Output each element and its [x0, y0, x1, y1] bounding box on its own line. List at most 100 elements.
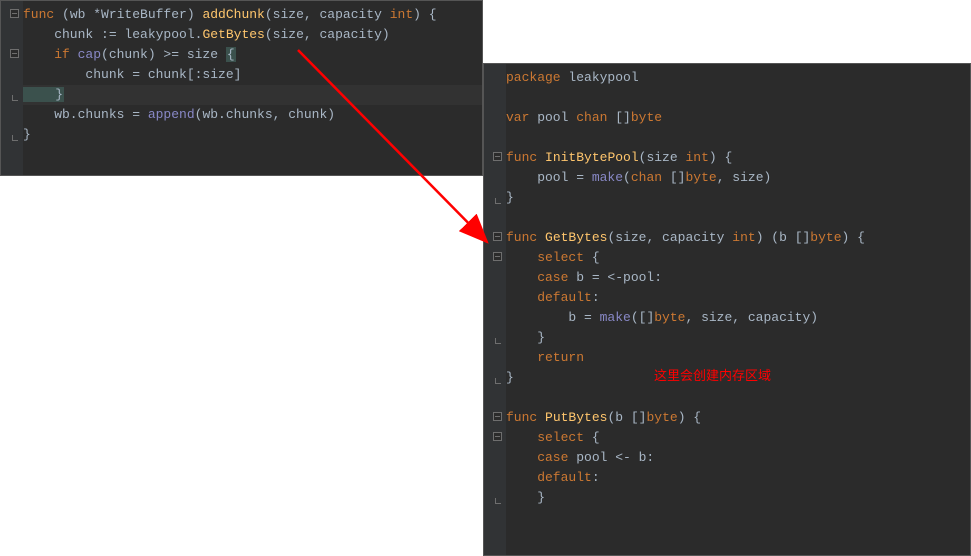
code-token: [] [662, 170, 685, 185]
code-token: GetBytes [202, 27, 264, 42]
code-token: , capacity [304, 7, 390, 22]
fold-icon[interactable] [493, 252, 502, 261]
code-token: [] [607, 110, 630, 125]
code-token: , size, capacity) [685, 310, 818, 325]
code-token: { [584, 430, 600, 445]
code-token: (wb.chunks, chunk) [195, 107, 335, 122]
code-token: } [506, 190, 514, 205]
fold-end-icon [495, 338, 501, 344]
code-line[interactable]: select { [506, 428, 966, 448]
code-line[interactable]: package leakypool [506, 68, 966, 88]
code-token: int [390, 7, 413, 22]
code-token: ) { [842, 230, 865, 245]
code-token: default [506, 470, 592, 485]
code-token [537, 410, 545, 425]
code-line[interactable]: b = make([]byte, size, capacity) [506, 308, 966, 328]
code-token: case [506, 450, 568, 465]
code-line[interactable]: } [506, 328, 966, 348]
editor-pane-left[interactable]: func (wb *WriteBuffer) addChunk(size, ca… [0, 0, 483, 176]
code-line[interactable]: func InitBytePool(size int) { [506, 148, 966, 168]
fold-icon[interactable] [493, 432, 502, 441]
fold-icon[interactable] [493, 412, 502, 421]
code-line[interactable]: func GetBytes(size, capacity int) (b []b… [506, 228, 966, 248]
code-token: cap [78, 47, 101, 62]
fold-end-icon [495, 378, 501, 384]
code-token: chunk := leakypool. [23, 27, 202, 42]
code-line[interactable]: } [506, 488, 966, 508]
code-token: append [148, 107, 195, 122]
code-area-right[interactable]: package leakypool var pool chan []byte f… [506, 68, 966, 508]
code-token [537, 230, 545, 245]
editor-pane-right[interactable]: package leakypool var pool chan []byte f… [483, 63, 971, 556]
code-line[interactable] [506, 128, 966, 148]
code-line[interactable] [506, 88, 966, 108]
code-token: var [506, 110, 529, 125]
code-token: return [506, 350, 584, 365]
code-line[interactable] [506, 208, 966, 228]
code-line[interactable]: return [506, 348, 966, 368]
code-token: } [506, 330, 545, 345]
code-line[interactable]: func (wb *WriteBuffer) addChunk(size, ca… [23, 5, 478, 25]
code-token: (size, capacity [607, 230, 732, 245]
code-token: ) (b [] [756, 230, 811, 245]
code-token: byte [631, 110, 662, 125]
code-token: PutBytes [545, 410, 607, 425]
code-token: pool [529, 110, 576, 125]
code-token: ) { [678, 410, 701, 425]
code-line[interactable]: pool = make(chan []byte, size) [506, 168, 966, 188]
code-token: select [506, 250, 584, 265]
code-line[interactable]: case pool <- b: [506, 448, 966, 468]
code-token: { [584, 250, 600, 265]
code-area-left[interactable]: func (wb *WriteBuffer) addChunk(size, ca… [23, 5, 478, 145]
code-token: func [506, 150, 537, 165]
code-line[interactable]: chunk := leakypool.GetBytes(size, capaci… [23, 25, 478, 45]
fold-end-icon [12, 135, 18, 141]
code-line[interactable]: wb.chunks = append(wb.chunks, chunk) [23, 105, 478, 125]
code-line[interactable]: select { [506, 248, 966, 268]
annotation-text: 这里会创建内存区域 [654, 367, 771, 387]
code-line[interactable]: default: [506, 288, 966, 308]
code-line[interactable]: default: [506, 468, 966, 488]
code-token: , size) [717, 170, 772, 185]
code-line[interactable]: } [506, 188, 966, 208]
fold-icon[interactable] [10, 49, 19, 58]
code-token: (b [] [607, 410, 646, 425]
code-line[interactable] [506, 388, 966, 408]
code-line[interactable]: chunk = chunk[:size] [23, 65, 478, 85]
code-token: case [506, 270, 568, 285]
code-line[interactable]: func PutBytes(b []byte) { [506, 408, 966, 428]
code-token: leakypool [561, 70, 639, 85]
code-token: (size, capacity) [265, 27, 390, 42]
code-token: ) { [709, 150, 732, 165]
code-line[interactable]: if cap(chunk) >= size { [23, 45, 478, 65]
fold-end-icon [12, 95, 18, 101]
code-token: select [506, 430, 584, 445]
code-token: make [592, 170, 623, 185]
code-token: make [600, 310, 631, 325]
gutter-left [1, 1, 23, 175]
code-token: (size [265, 7, 304, 22]
fold-icon[interactable] [10, 9, 19, 18]
code-token: } [23, 87, 64, 102]
fold-icon[interactable] [493, 152, 502, 161]
code-token: pool <- b: [568, 450, 654, 465]
code-token: (wb *WriteBuffer) [54, 7, 202, 22]
code-token: wb.chunks = [23, 107, 148, 122]
code-token: } [23, 127, 31, 142]
code-token: : [592, 290, 600, 305]
code-token: ) { [413, 7, 436, 22]
code-line[interactable]: } [23, 85, 478, 105]
code-line[interactable]: var pool chan []byte [506, 108, 966, 128]
code-line[interactable]: case b = <-pool: [506, 268, 966, 288]
code-token: pool = [506, 170, 592, 185]
code-line[interactable]: } [23, 125, 478, 145]
code-token: chan [631, 170, 662, 185]
code-token: int [732, 230, 755, 245]
code-token: default [506, 290, 592, 305]
code-token: func [23, 7, 54, 22]
code-token: byte [646, 410, 677, 425]
code-token: if [23, 47, 78, 62]
code-token: chan [576, 110, 607, 125]
fold-icon[interactable] [493, 232, 502, 241]
code-token: func [506, 230, 537, 245]
